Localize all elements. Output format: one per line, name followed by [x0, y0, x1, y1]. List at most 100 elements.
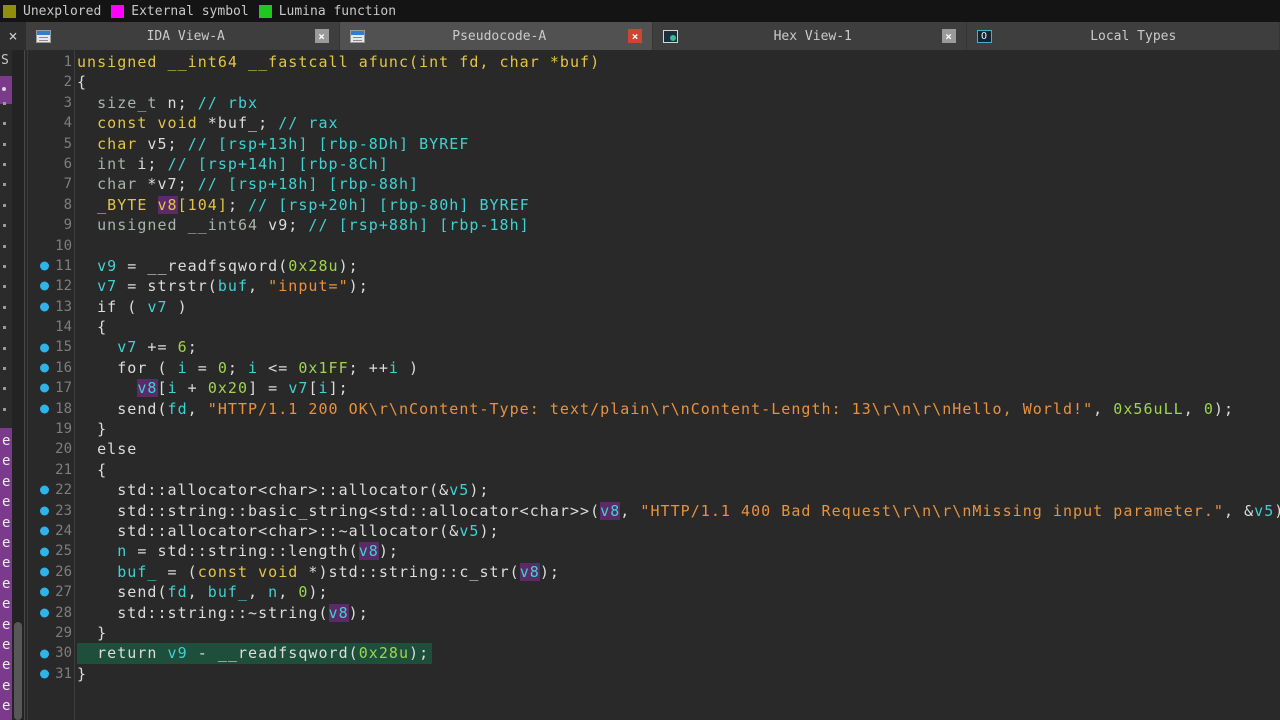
code-token: [ [158, 379, 168, 397]
statement-dot[interactable] [40, 364, 49, 373]
docked-panel-strip[interactable]: S eeeeeeeeeeeeee [0, 50, 12, 720]
panel-splitter[interactable] [24, 50, 25, 720]
strip-mark [3, 224, 6, 227]
code-line[interactable]: 30 return v9 - __readfsqword(0x28u); [28, 643, 1280, 663]
line-number: 10 [28, 236, 72, 256]
legend-color-swatch [259, 5, 272, 18]
code-line[interactable]: 16 for ( i = 0; i <= 0x1FF; ++i ) [28, 358, 1280, 378]
tab-pseudocode-a[interactable]: Pseudocode-A× [340, 22, 654, 50]
strip-letter: e [0, 513, 12, 533]
statement-dot[interactable] [40, 302, 49, 311]
scrollbar-thumb[interactable] [14, 622, 22, 720]
code-token: = strstr( [117, 277, 218, 295]
statement-dot[interactable] [40, 384, 49, 393]
vertical-scrollbar[interactable] [12, 50, 24, 720]
highlighted-identifier: v8 [158, 196, 178, 214]
legend-label: Lumina function [279, 4, 396, 19]
code-line[interactable]: 21 { [28, 460, 1280, 480]
code-line[interactable]: 10 [28, 236, 1280, 256]
code-line[interactable]: 8 _BYTE v8[104]; // [rsp+20h] [rbp-80h] … [28, 195, 1280, 215]
code-text: char *v7; // [rsp+18h] [rbp-88h] [77, 174, 419, 194]
code-token: } [77, 665, 87, 683]
statement-dot[interactable] [40, 404, 49, 413]
code-line[interactable]: 18 send(fd, "HTTP/1.1 200 OK\r\nContent-… [28, 399, 1280, 419]
code-line[interactable]: 22 std::allocator<char>::allocator(&v5); [28, 480, 1280, 500]
code-token: v7 [117, 338, 137, 356]
code-token: char [77, 135, 137, 153]
code-token: } [77, 624, 107, 642]
code-line[interactable]: 17 v8[i + 0x20] = v7[i]; [28, 378, 1280, 398]
code-token: i [248, 359, 258, 377]
code-line[interactable]: 6 int i; // [rsp+14h] [rbp-8Ch] [28, 154, 1280, 174]
code-line[interactable]: 19 } [28, 419, 1280, 439]
code-line[interactable]: 28 std::string::~string(v8); [28, 603, 1280, 623]
strip-letter: e [0, 635, 12, 655]
code-token: = std::string::length( [127, 542, 358, 560]
code-line[interactable]: 1unsigned __int64 __fastcall afunc(int f… [28, 52, 1280, 72]
strip-mark [3, 367, 6, 370]
code-line[interactable]: 2{ [28, 72, 1280, 92]
code-token: <= [258, 359, 298, 377]
statement-dot[interactable] [40, 547, 49, 556]
close-tab-icon[interactable]: × [942, 29, 956, 43]
code-token: v9 [97, 257, 117, 275]
strip-letter: e [0, 615, 12, 635]
code-line[interactable]: 7 char *v7; // [rsp+18h] [rbp-88h] [28, 174, 1280, 194]
code-line[interactable]: 20 else [28, 439, 1280, 459]
code-line[interactable]: 12 v7 = strstr(buf, "input="); [28, 276, 1280, 296]
legend-color-swatch [111, 5, 124, 18]
code-token: else [77, 440, 137, 458]
code-token: [104] [178, 196, 228, 214]
code-token: *)std::string::c_str( [298, 563, 519, 581]
code-line[interactable]: 26 buf_ = (const void *)std::string::c_s… [28, 562, 1280, 582]
code-line[interactable]: 25 n = std::string::length(v8); [28, 541, 1280, 561]
tab-label: Pseudocode-A [371, 29, 629, 44]
code-line[interactable]: 4 const void *buf_; // rax [28, 113, 1280, 133]
line-number: 8 [28, 195, 72, 215]
code-token: ); [379, 542, 399, 560]
statement-dot[interactable] [40, 649, 49, 658]
statement-dot[interactable] [40, 343, 49, 352]
code-line[interactable]: 9 unsigned __int64 v9; // [rsp+88h] [rbp… [28, 215, 1280, 235]
code-lines[interactable]: 1unsigned __int64 __fastcall afunc(int f… [28, 50, 1280, 720]
code-line[interactable]: 27 send(fd, buf_, n, 0); [28, 582, 1280, 602]
statement-dot[interactable] [40, 669, 49, 678]
code-line[interactable]: 24 std::allocator<char>::~allocator(&v5)… [28, 521, 1280, 541]
close-tab-icon[interactable]: × [628, 29, 642, 43]
tab-hex-view-1[interactable]: Hex View-1× [653, 22, 967, 50]
code-text: } [77, 623, 107, 643]
code-line[interactable]: 5 char v5; // [rsp+13h] [rbp-8Dh] BYREF [28, 134, 1280, 154]
statement-dot[interactable] [40, 506, 49, 515]
tab-ida-view-a[interactable]: IDA View-A× [26, 22, 340, 50]
tab-local-types[interactable]: OLocal Types [967, 22, 1280, 50]
tab-label: IDA View-A [57, 29, 315, 44]
statement-dot[interactable] [40, 567, 49, 576]
code-token: , [620, 502, 640, 520]
code-line[interactable]: 11 v9 = __readfsqword(0x28u); [28, 256, 1280, 276]
statement-dot[interactable] [40, 282, 49, 291]
code-token: [ [308, 379, 318, 397]
statement-dot[interactable] [40, 527, 49, 536]
line-number: 15 [28, 337, 72, 357]
code-line[interactable]: 31} [28, 664, 1280, 684]
statement-dot[interactable] [40, 588, 49, 597]
statement-dot[interactable] [40, 608, 49, 617]
close-all-tabs-button[interactable]: × [0, 22, 26, 50]
code-line[interactable]: 29 } [28, 623, 1280, 643]
code-line[interactable]: 13 if ( v7 ) [28, 297, 1280, 317]
code-token: ; [188, 338, 198, 356]
code-text: v8[i + 0x20] = v7[i]; [77, 378, 349, 398]
code-line[interactable]: 15 v7 += 6; [28, 337, 1280, 357]
code-token: ); [308, 583, 328, 601]
statement-dot[interactable] [40, 486, 49, 495]
code-line[interactable]: 3 size_t n; // rbx [28, 93, 1280, 113]
line-number: 30 [28, 643, 72, 663]
strip-mark [3, 163, 6, 166]
code-line[interactable]: 14 { [28, 317, 1280, 337]
line-number: 18 [28, 399, 72, 419]
close-tab-icon[interactable]: × [315, 29, 329, 43]
statement-dot[interactable] [40, 262, 49, 271]
code-text: { [77, 460, 107, 480]
code-token: ); [540, 563, 560, 581]
code-line[interactable]: 23 std::string::basic_string<std::alloca… [28, 501, 1280, 521]
